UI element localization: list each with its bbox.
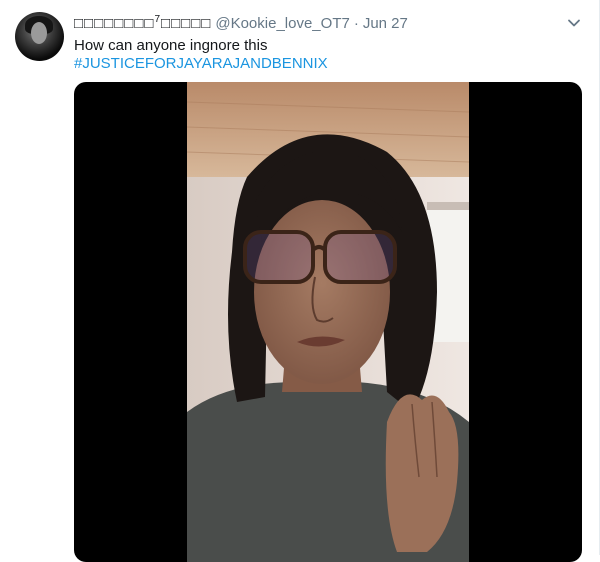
tweet[interactable]: □□□□□□□□7□□□□□ @Kookie_love_OT7 · Jun 27… [0, 0, 600, 562]
tweet-text: How can anyone ingnore this [74, 37, 268, 54]
user-handle[interactable]: @Kookie_love_OT7 [215, 15, 349, 32]
window-frame [427, 202, 469, 210]
display-name[interactable]: □□□□□□□□7□□□□□ [74, 14, 211, 32]
tweet-header: □□□□□□□□7□□□□□ @Kookie_love_OT7 · Jun 27 [74, 13, 408, 33]
chevron-down-icon[interactable] [566, 15, 582, 31]
video-frame [187, 82, 469, 562]
avatar[interactable] [15, 12, 64, 61]
video-media[interactable] [74, 82, 582, 562]
display-name-main[interactable]: □□□□□□□□ [74, 15, 154, 32]
avatar-face [31, 22, 47, 44]
hashtag-link[interactable]: #JUSTICEFORJAYARAJANDBENNIX [74, 54, 328, 74]
face [254, 200, 390, 384]
tweet-date[interactable]: Jun 27 [363, 15, 408, 32]
display-name-tail[interactable]: □□□□□ [161, 15, 211, 32]
separator-dot: · [353, 14, 359, 32]
